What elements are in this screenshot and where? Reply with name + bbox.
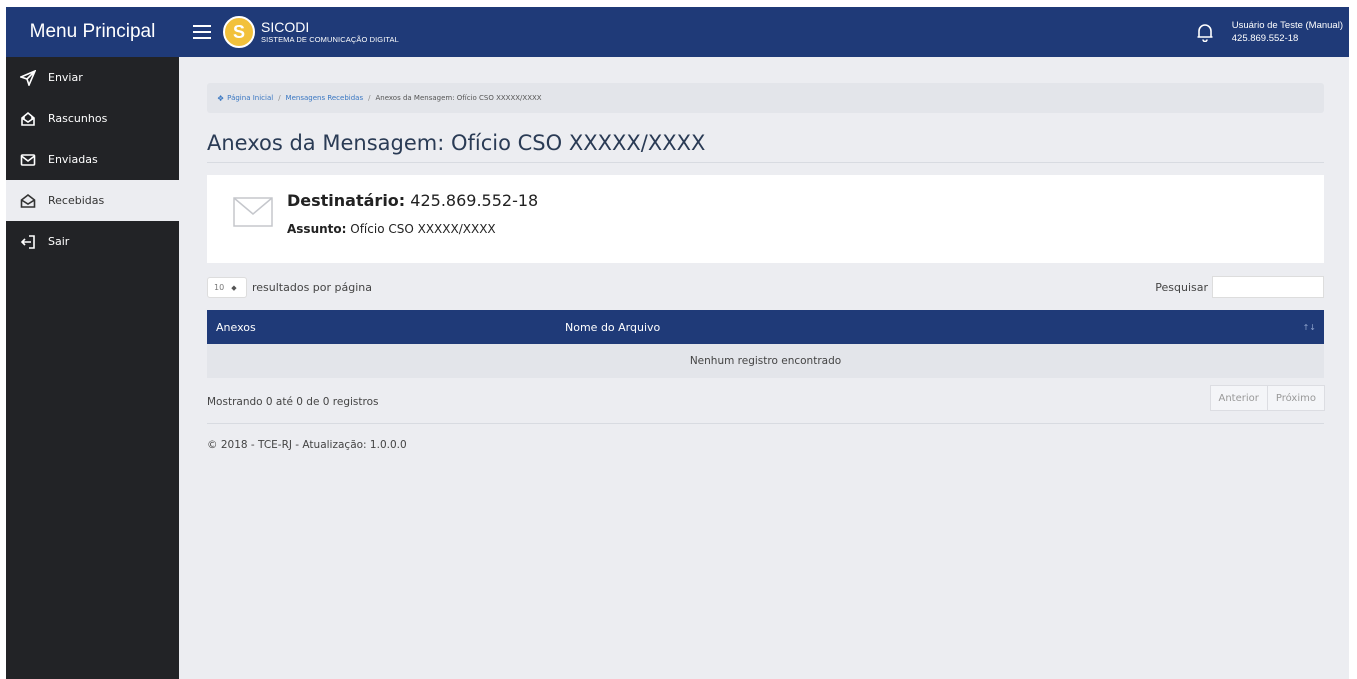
message-card: Destinatário: 425.869.552-18 Assunto: Of… — [207, 175, 1324, 263]
logout-icon — [20, 234, 35, 249]
table-header: Anexos Nome do Arquivo ↑↓ — [207, 310, 1324, 344]
sidebar-item-enviar[interactable]: Enviar — [6, 57, 179, 98]
user-info[interactable]: Usuário de Teste (Manual) 425.869.552-18 — [1232, 19, 1343, 45]
sidebar-item-sair[interactable]: Sair — [6, 221, 179, 262]
breadcrumb: ❖ Página Inicial / Mensagens Recebidas /… — [207, 83, 1324, 113]
envelope-icon — [233, 197, 273, 227]
breadcrumb-separator: / — [278, 94, 281, 102]
sidebar-item-label: Enviar — [48, 71, 83, 84]
page-length-label: resultados por página — [252, 281, 373, 294]
sidebar-item-label: Enviadas — [48, 153, 98, 166]
subject-value: Ofício CSO XXXXX/XXXX — [350, 222, 496, 236]
open-envelope-icon — [20, 193, 36, 208]
sidebar: Menu Principal Enviar Rascunhos Enviadas… — [6, 7, 179, 679]
pagination: Anterior Próximo — [1209, 385, 1325, 411]
send-icon — [20, 69, 36, 86]
subject: Assunto: Ofício CSO XXXXX/XXXX — [287, 222, 496, 236]
sort-icon[interactable]: ↑↓ — [1303, 323, 1316, 332]
footer-divider — [207, 423, 1324, 424]
home-icon: ❖ — [217, 93, 225, 103]
attachments-table: Anexos Nome do Arquivo ↑↓ Nenhum registr… — [207, 310, 1324, 378]
column-header-anexos[interactable]: Anexos — [216, 321, 256, 334]
next-button[interactable]: Próximo — [1267, 385, 1325, 411]
subject-label: Assunto: — [287, 222, 347, 236]
search-label: Pesquisar — [1155, 280, 1208, 294]
title-divider — [207, 162, 1324, 163]
sidebar-nav: Enviar Rascunhos Enviadas Recebidas Sair — [6, 57, 179, 262]
envelope-icon — [20, 153, 36, 166]
hamburger-menu-icon[interactable] — [193, 25, 211, 39]
column-header-nome-arquivo[interactable]: Nome do Arquivo — [565, 321, 660, 334]
sidebar-item-label: Sair — [48, 235, 70, 248]
sidebar-header: Menu Principal — [6, 7, 179, 57]
app-name: SICODI — [261, 19, 310, 35]
table-info: Mostrando 0 até 0 de 0 registros — [207, 396, 379, 408]
sidebar-title: Menu Principal — [29, 21, 156, 42]
sidebar-item-enviadas[interactable]: Enviadas — [6, 139, 179, 180]
breadcrumb-separator: / — [368, 94, 371, 102]
user-name: Usuário de Teste (Manual) — [1231, 20, 1343, 31]
bell-icon[interactable] — [1196, 22, 1214, 43]
recipient-label: Destinatário: — [287, 191, 406, 210]
page-length-value: 10 — [214, 283, 225, 292]
previous-button[interactable]: Anterior — [1209, 385, 1268, 411]
sidebar-item-label: Rascunhos — [48, 112, 108, 125]
breadcrumb-home[interactable]: Página Inicial — [227, 94, 273, 102]
search-input[interactable] — [1212, 276, 1324, 298]
page-length-control: 10 ◆ resultados por página — [207, 277, 372, 298]
search-control: Pesquisar — [1155, 276, 1324, 298]
sidebar-item-rascunhos[interactable]: Rascunhos — [6, 98, 179, 139]
breadcrumb-current: Anexos da Mensagem: Ofício CSO XXXXX/XXX… — [375, 94, 542, 102]
select-caret-icon: ◆ — [231, 283, 237, 292]
page-title: Anexos da Mensagem: Ofício CSO XXXXX/XXX… — [207, 131, 706, 155]
app-logo: S — [223, 16, 255, 48]
main-content: ❖ Página Inicial / Mensagens Recebidas /… — [179, 57, 1349, 679]
breadcrumb-received[interactable]: Mensagens Recebidas — [286, 94, 364, 102]
logo-letter: S — [232, 21, 245, 42]
drafts-icon — [21, 111, 35, 126]
sidebar-item-label: Recebidas — [48, 194, 105, 207]
empty-message: Nenhum registro encontrado — [689, 355, 842, 367]
brand: SICODI SISTEMA DE COMUNICAÇÃO DIGITAL — [261, 19, 399, 45]
table-row-empty: Nenhum registro encontrado — [207, 344, 1324, 378]
footer: © 2018 - TCE-RJ - Atualização: 1.0.0.0 — [207, 439, 407, 451]
sidebar-item-recebidas[interactable]: Recebidas — [6, 180, 179, 221]
app-subtitle: SISTEMA DE COMUNICAÇÃO DIGITAL — [261, 35, 399, 44]
page-length-select[interactable]: 10 ◆ — [207, 277, 247, 298]
recipient-value: 425.869.552-18 — [410, 191, 539, 210]
user-id: 425.869.552-18 — [1231, 33, 1299, 44]
top-right: Usuário de Teste (Manual) 425.869.552-18 — [1196, 19, 1349, 45]
recipient: Destinatário: 425.869.552-18 — [287, 191, 538, 210]
top-bar: S SICODI SISTEMA DE COMUNICAÇÃO DIGITAL … — [179, 7, 1349, 57]
